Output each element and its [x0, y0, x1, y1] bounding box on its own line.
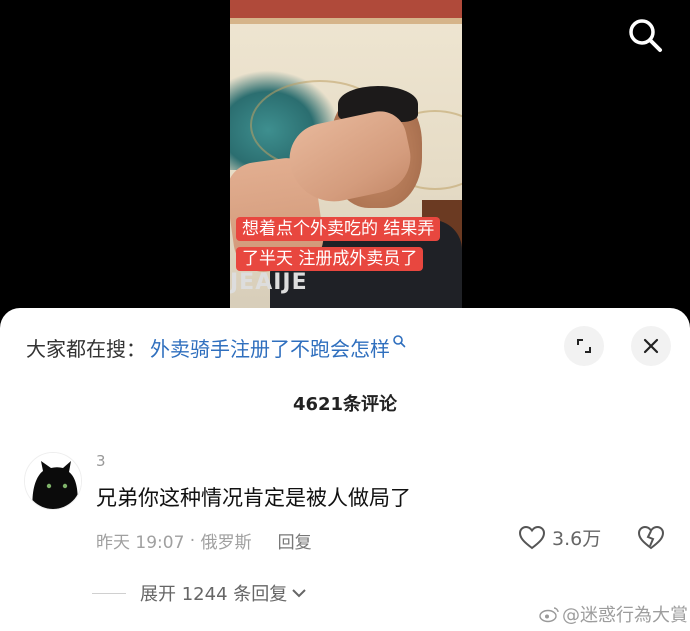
video-caption-text: 想着点个外卖吃的 结果弄了半天 注册成外卖员了 [236, 217, 441, 271]
expand-replies-button[interactable]: 展开 1244 条回复 [92, 580, 307, 606]
expand-replies-line [92, 592, 126, 594]
search-suggestion-prefix: 大家都在搜： [26, 336, 146, 361]
comment-location: 俄罗斯 [200, 533, 252, 553]
search-icon [393, 335, 406, 348]
search-suggestion[interactable]: 大家都在搜： 外卖骑手注册了不跑会怎样 [26, 330, 406, 364]
close-button[interactable] [631, 326, 671, 366]
comments-sheet: 大家都在搜： 外卖骑手注册了不跑会怎样 4621条评论 3 兄弟你这种情况肯定是… [0, 308, 690, 631]
comment-text: 兄弟你这种情况肯定是被人做局了 [96, 486, 411, 510]
close-icon [643, 338, 659, 354]
expand-replies-label: 展开 1244 条回复 [140, 584, 288, 605]
reply-button[interactable]: 回复 [278, 528, 312, 553]
comment-meta: 昨天 19:07 · 俄罗斯 回复 [96, 528, 312, 554]
like-count: 3.6万 [552, 528, 602, 550]
search-icon [629, 19, 662, 52]
comment-time: 昨天 19:07 [96, 533, 185, 553]
broken-heart-icon [637, 525, 665, 550]
heart-icon [518, 525, 546, 549]
comment-count: 4621条评论 [292, 394, 398, 415]
comment-author[interactable]: 3 [96, 452, 106, 470]
video-area[interactable]: JEAIJE 想着点个外卖吃的 结果弄了半天 注册成外卖员了 [0, 0, 690, 312]
search-button[interactable] [624, 14, 668, 58]
watermark-text: @迷惑行為大賞 [562, 605, 688, 626]
weibo-logo-icon [539, 607, 559, 623]
chevron-down-icon [292, 589, 306, 598]
expand-button[interactable] [564, 326, 604, 366]
meta-separator: · [184, 530, 201, 551]
expand-icon [577, 339, 591, 353]
watermark: @迷惑行為大賞 [538, 601, 688, 627]
video-caption: 想着点个外卖吃的 结果弄了半天 注册成外卖员了 [236, 214, 441, 274]
avatar[interactable] [24, 452, 82, 510]
comment-item: 3 兄弟你这种情况肯定是被人做局了 昨天 19:07 · 俄罗斯 回复 3.6万 [24, 448, 674, 568]
wall-band [230, 0, 462, 18]
like-button[interactable]: 3.6万 [518, 524, 601, 551]
dislike-button[interactable] [637, 524, 665, 552]
search-suggestion-link[interactable]: 外卖骑手注册了不跑会怎样 [150, 333, 390, 362]
black-cat-avatar-icon [25, 453, 81, 509]
wall-band-trim [230, 18, 462, 24]
